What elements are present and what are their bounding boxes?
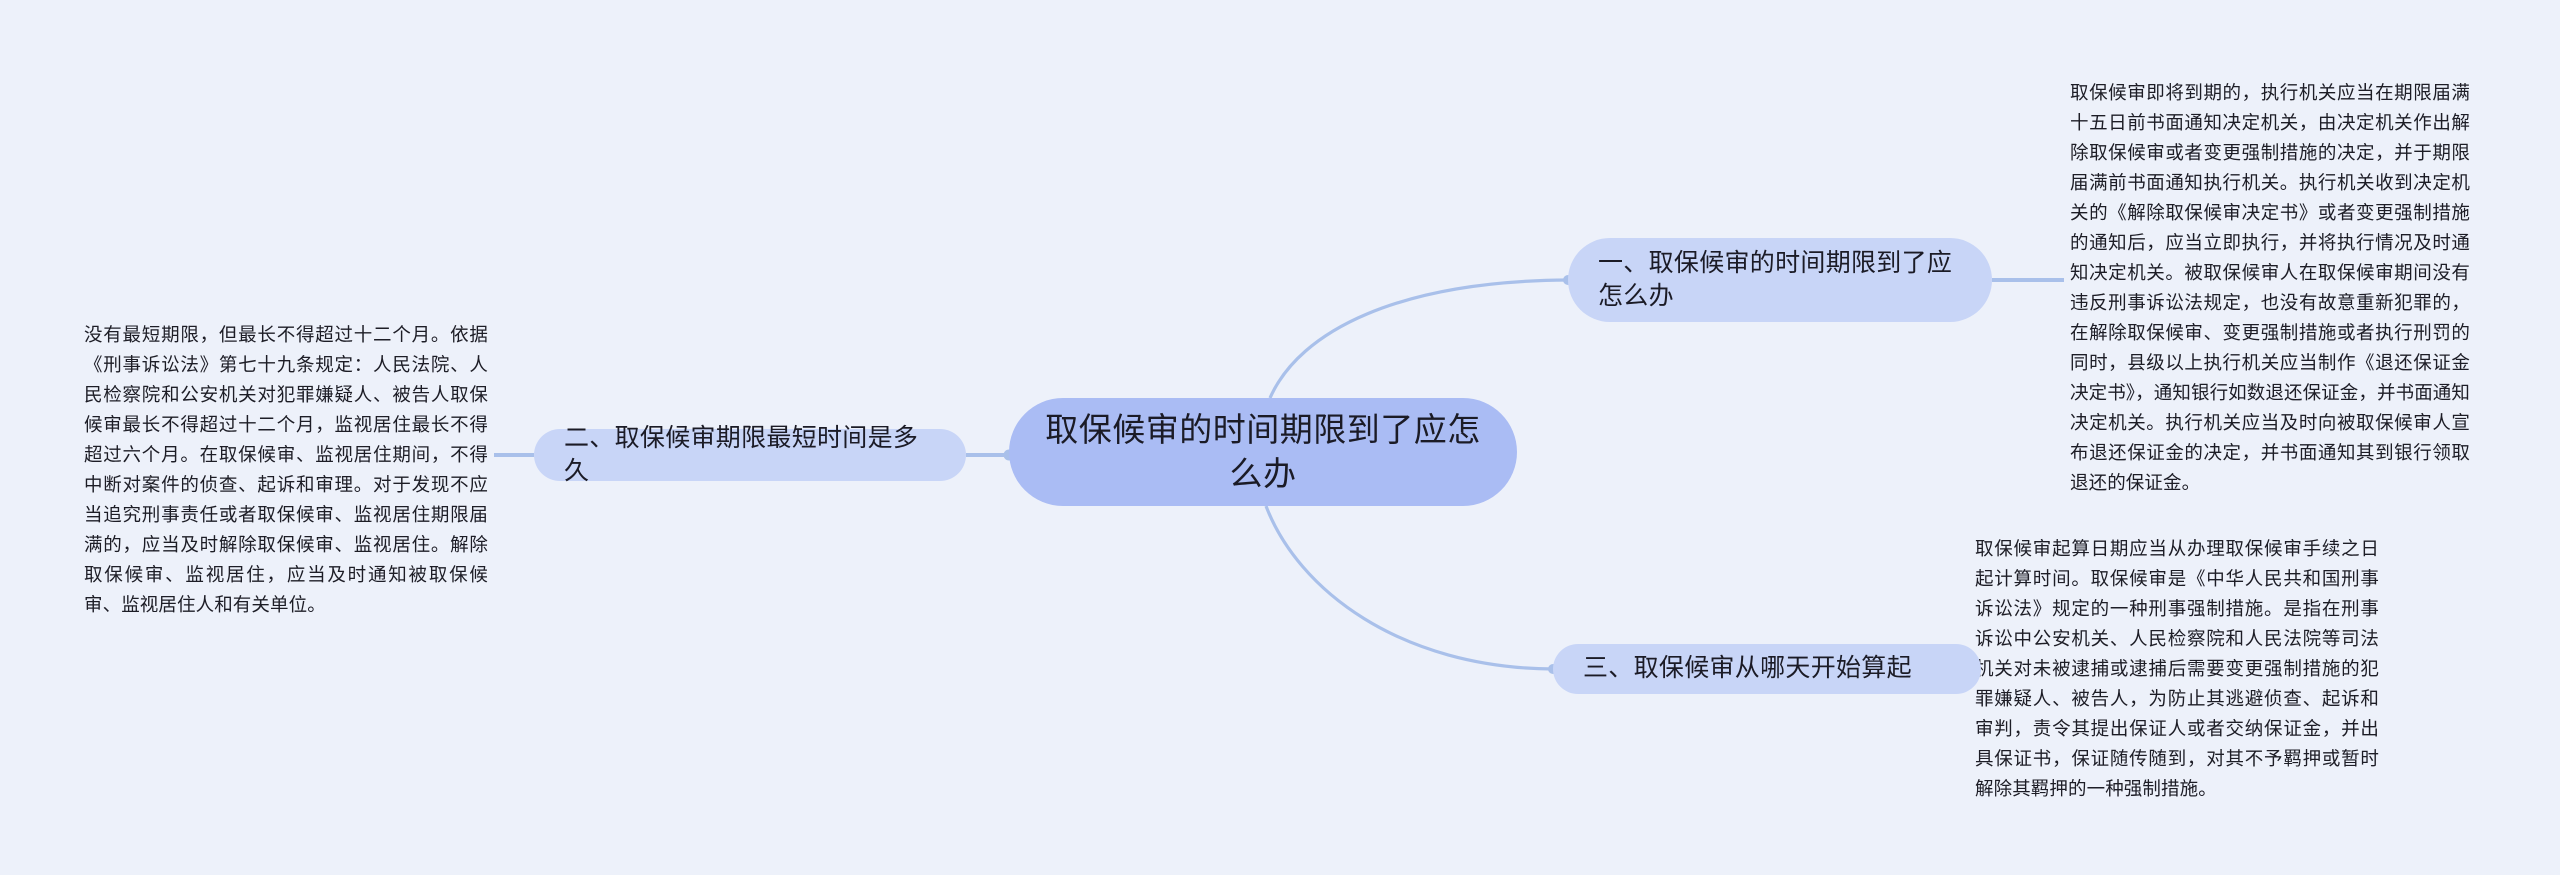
root-node-label: 取保候审的时间期限到了应怎么办 — [1045, 411, 1481, 492]
branch-node-1-label: 一、取保候审的时间期限到了应怎么办 — [1598, 248, 1953, 311]
edge-root-to-branch-3 — [1264, 505, 1554, 671]
branch-node-1[interactable]: 一、取保候审的时间期限到了应怎么办 — [1568, 238, 1992, 322]
leaf-text-1: 取保候审即将到期的，执行机关应当在期限届满十五日前书面通知决定机关，由决定机关作… — [2070, 82, 2470, 493]
leaf-text-3: 取保候审起算日期应当从办理取保候审手续之日起计算时间。取保候审是《中华人民共和国… — [1975, 538, 2379, 799]
branch-node-2[interactable]: 二、取保候审期限最短时间是多久 — [534, 424, 966, 485]
branch-node-3[interactable]: 三、取保候审从哪天开始算起 — [1553, 644, 1981, 694]
root-node[interactable]: 取保候审的时间期限到了应怎么办 — [1009, 398, 1517, 506]
edge-root-to-branch-1 — [1268, 278, 1569, 399]
branch-node-3-label: 三、取保候审从哪天开始算起 — [1583, 654, 1912, 683]
branch-node-2-label: 二、取保候审期限最短时间是多久 — [564, 423, 919, 486]
leaf-text-2: 没有最短期限，但最长不得超过十二个月。依据《刑事诉讼法》第七十九条规定：人民法院… — [84, 324, 488, 615]
mindmap-canvas: 取保候审的时间期限到了应怎么办 一、取保候审的时间期限到了应怎么办 二、取保候审… — [0, 0, 2560, 875]
